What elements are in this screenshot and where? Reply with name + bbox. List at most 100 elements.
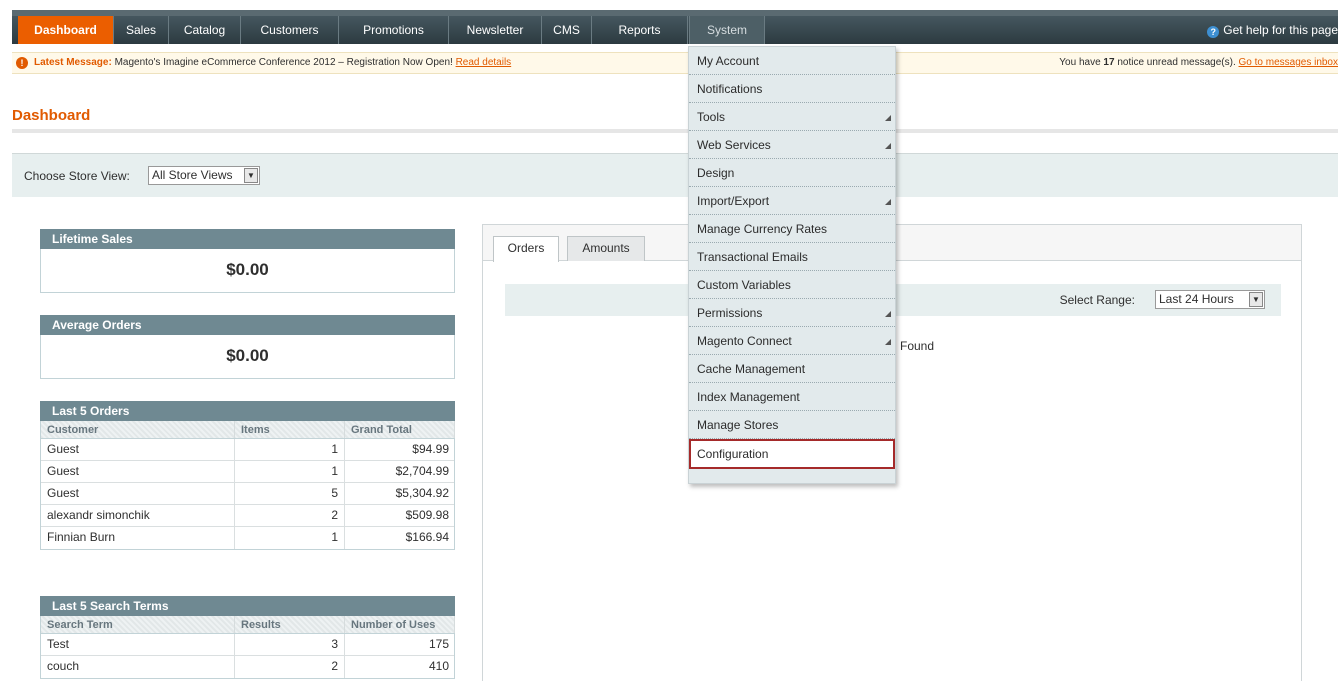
nav-sales[interactable]: Sales xyxy=(114,16,169,44)
cell-uses: 410 xyxy=(428,659,449,673)
menu-item-import-export[interactable]: Import/Export xyxy=(689,187,895,215)
col-results[interactable]: Results xyxy=(235,616,345,633)
latest-message-text: Magento's Imagine eCommerce Conference 2… xyxy=(114,57,453,68)
alert-icon: ! xyxy=(16,57,28,69)
menu-item-label: My Account xyxy=(697,54,760,68)
last-orders-table: Customer Items Grand Total Guest 1 $94.9… xyxy=(40,421,455,550)
latest-message: Latest Message: Magento's Imagine eComme… xyxy=(34,53,511,73)
nav-system[interactable]: System xyxy=(689,16,765,44)
lifetime-sales-header: Lifetime Sales xyxy=(40,229,455,249)
notice-count-message: You have 17 notice unread message(s). Go… xyxy=(1059,53,1338,73)
menu-item-index-management[interactable]: Index Management xyxy=(689,383,895,411)
col-grand-total[interactable]: Grand Total xyxy=(345,421,455,438)
menu-item-label: Custom Variables xyxy=(697,278,791,292)
col-number-of-uses[interactable]: Number of Uses xyxy=(345,616,455,633)
nav-cms[interactable]: CMS xyxy=(542,16,592,44)
table-row[interactable]: couch 2 410 xyxy=(41,656,454,678)
menu-item-label: Import/Export xyxy=(697,194,770,208)
latest-message-label: Latest Message: xyxy=(34,57,112,68)
col-customer[interactable]: Customer xyxy=(41,421,235,438)
no-data-message: Found xyxy=(900,339,935,353)
menu-item-web-services[interactable]: Web Services xyxy=(689,131,895,159)
cell-customer: Guest xyxy=(41,461,235,482)
menu-item-notifications[interactable]: Notifications xyxy=(689,75,895,103)
menu-item-custom-variables[interactable]: Custom Variables xyxy=(689,271,895,299)
top-bar: Dashboard Sales Catalog Customers Promot… xyxy=(0,0,1338,48)
nav-customers[interactable]: Customers xyxy=(241,16,339,44)
menu-item-transactional-emails[interactable]: Transactional Emails xyxy=(689,243,895,271)
menu-item-label: Notifications xyxy=(697,82,763,96)
system-dropdown-menu: My Account Notifications Tools Web Servi… xyxy=(688,46,896,484)
notice-bar: ! Latest Message: Magento's Imagine eCom… xyxy=(12,52,1338,74)
table-row[interactable]: Finnian Burn 1 $166.94 xyxy=(41,527,454,549)
submenu-arrow-icon xyxy=(885,311,891,317)
nav-promotions[interactable]: Promotions xyxy=(339,16,449,44)
table-header: Search Term Results Number of Uses xyxy=(41,616,455,634)
range-select[interactable]: Last 24 Hours ▼ xyxy=(1155,290,1265,309)
menu-item-magento-connect[interactable]: Magento Connect xyxy=(689,327,895,355)
cell-total: $5,304.92 xyxy=(395,486,449,500)
average-orders-value: $0.00 xyxy=(40,335,455,379)
nav-newsletter[interactable]: Newsletter xyxy=(449,16,542,44)
store-view-select[interactable]: All Store Views ▼ xyxy=(148,166,260,185)
cell-total: $509.98 xyxy=(405,508,449,522)
menu-item-design[interactable]: Design xyxy=(689,159,895,187)
menu-item-manage-currency-rates[interactable]: Manage Currency Rates xyxy=(689,215,895,243)
menu-item-label: Cache Management xyxy=(697,362,806,376)
table-row[interactable]: Guest 1 $94.99 xyxy=(41,439,454,461)
page-title: Dashboard xyxy=(12,107,91,124)
menu-item-configuration[interactable]: Configuration xyxy=(689,439,895,469)
submenu-arrow-icon xyxy=(885,143,891,149)
nav-catalog[interactable]: Catalog xyxy=(169,16,241,44)
table-row[interactable]: Guest 1 $2,704.99 xyxy=(41,461,454,483)
store-view-value: All Store Views xyxy=(152,168,233,182)
table-row[interactable]: Test 3 175 xyxy=(41,634,454,656)
menu-item-label: Tools xyxy=(697,110,726,124)
cell-items: 1 xyxy=(235,461,345,482)
col-items[interactable]: Items xyxy=(235,421,345,438)
nav-reports[interactable]: Reports xyxy=(592,16,688,44)
search-terms-table: Search Term Results Number of Uses Test … xyxy=(40,616,455,679)
menu-item-cache-management[interactable]: Cache Management xyxy=(689,355,895,383)
submenu-arrow-icon xyxy=(885,199,891,205)
title-divider xyxy=(12,129,1338,133)
table-row[interactable]: Guest 5 $5,304.92 xyxy=(41,483,454,505)
cell-total: $166.94 xyxy=(405,530,449,544)
menu-item-label: Manage Currency Rates xyxy=(697,222,828,236)
table-row[interactable]: alexandr simonchik 2 $509.98 xyxy=(41,505,454,527)
menu-item-my-account[interactable]: My Account xyxy=(689,47,895,75)
col-search-term[interactable]: Search Term xyxy=(41,616,235,633)
messages-inbox-link[interactable]: Go to messages inbox xyxy=(1239,57,1338,68)
cell-customer: Guest xyxy=(41,439,235,460)
cell-total: $2,704.99 xyxy=(395,464,449,478)
help-label: Get help for this page xyxy=(1223,23,1338,37)
cell-results: 2 xyxy=(235,656,345,678)
menu-item-label: Permissions xyxy=(697,306,763,320)
average-orders-header: Average Orders xyxy=(40,315,455,335)
cell-search-term: couch xyxy=(41,656,235,678)
chevron-down-icon: ▼ xyxy=(1249,292,1263,307)
lifetime-sales-value: $0.00 xyxy=(40,249,455,293)
cell-customer: Guest xyxy=(41,483,235,504)
table-header: Customer Items Grand Total xyxy=(41,421,455,439)
nav-dashboard[interactable]: Dashboard xyxy=(18,16,114,44)
range-label: Select Range: xyxy=(1059,293,1135,307)
range-value: Last 24 Hours xyxy=(1159,292,1234,306)
search-terms-header: Last 5 Search Terms xyxy=(40,596,455,616)
store-view-bar: Choose Store View: All Store Views ▼ xyxy=(12,153,1338,197)
cell-search-term: Test xyxy=(41,634,235,655)
menu-item-tools[interactable]: Tools xyxy=(689,103,895,131)
menu-item-label: Manage Stores xyxy=(697,418,779,432)
menu-item-label: Web Services xyxy=(697,138,771,152)
cell-items: 1 xyxy=(235,439,345,460)
tab-amounts[interactable]: Amounts xyxy=(567,236,645,261)
tab-orders[interactable]: Orders xyxy=(493,236,559,262)
menu-item-label: Design xyxy=(697,166,735,180)
notice-suffix: notice unread message(s). xyxy=(1114,57,1239,68)
help-link[interactable]: ? Get help for this page xyxy=(1207,16,1338,44)
cell-items: 2 xyxy=(235,505,345,526)
menu-item-manage-stores[interactable]: Manage Stores xyxy=(689,411,895,439)
notice-count: 17 xyxy=(1103,57,1115,68)
menu-item-permissions[interactable]: Permissions xyxy=(689,299,895,327)
read-details-link[interactable]: Read details xyxy=(456,57,512,68)
